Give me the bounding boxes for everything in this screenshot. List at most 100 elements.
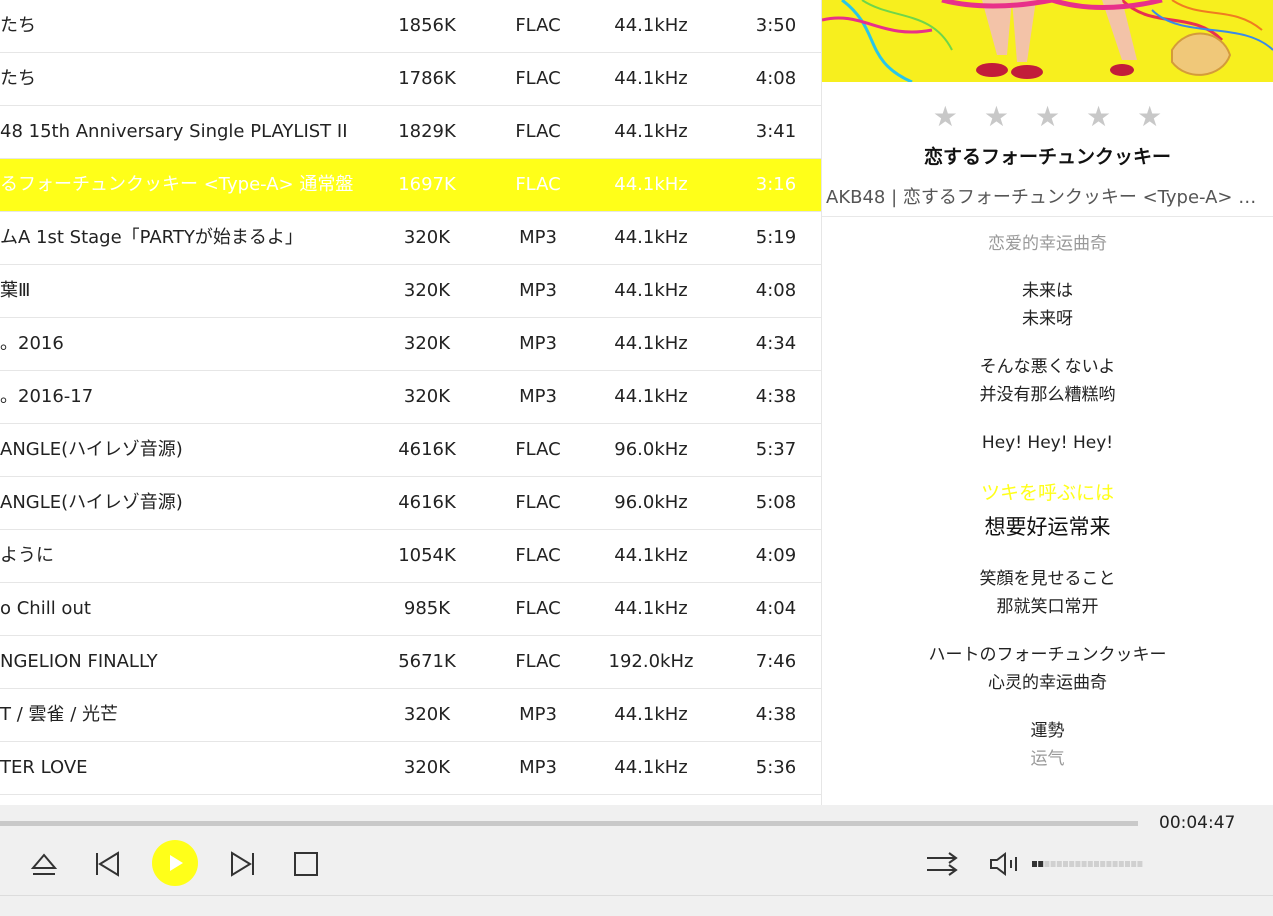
play-icon xyxy=(170,855,183,871)
track-size: 985K xyxy=(403,598,451,619)
track-format: FLAC xyxy=(515,121,561,142)
track-row[interactable]: ANGLE(ハイレゾ音源) 4616K FLAC 96.0kHz 5:08 xyxy=(0,477,821,530)
track-duration: 5:36 xyxy=(755,757,797,778)
track-samplerate: 192.0kHz xyxy=(608,651,694,672)
lyric-line-current: 想要好运常来 xyxy=(984,515,1111,539)
track-title: たち xyxy=(0,15,36,36)
track-duration: 4:34 xyxy=(755,333,797,354)
track-format: FLAC xyxy=(515,439,561,460)
track-row[interactable]: ムA 1st Stage「PARTYが始まるよ」 320K MP3 44.1kHz 5:… xyxy=(0,212,821,265)
lyric-line: Hey! Hey! Hey! xyxy=(981,433,1114,453)
track-format: MP3 xyxy=(519,227,557,248)
rating-stars[interactable]: ★ ★ ★ ★ ★ xyxy=(822,103,1273,131)
track-format: FLAC xyxy=(515,15,561,36)
lyric-line: 未来呀 xyxy=(1022,309,1073,329)
track-size: 1054K xyxy=(398,545,456,566)
track-size: 4616K xyxy=(398,492,456,513)
track-samplerate: 44.1kHz xyxy=(614,333,688,354)
track-row[interactable]: たち 1856K FLAC 44.1kHz 3:50 xyxy=(0,0,821,53)
track-samplerate: 44.1kHz xyxy=(614,757,688,778)
bottom-border xyxy=(0,895,1273,896)
track-duration: 5:37 xyxy=(755,439,797,460)
track-duration: 5:08 xyxy=(755,492,797,513)
track-title: TER LOVE xyxy=(0,757,88,778)
previous-icon[interactable] xyxy=(92,849,122,879)
track-row[interactable]: ANGLE(ハイレゾ音源) 4616K FLAC 96.0kHz 5:37 xyxy=(0,424,821,477)
track-size: 320K xyxy=(403,386,451,407)
track-samplerate: 44.1kHz xyxy=(614,598,688,619)
track-size: 4616K xyxy=(398,439,456,460)
track-duration: 4:38 xyxy=(755,386,797,407)
track-duration: 4:09 xyxy=(755,545,797,566)
volume-slider[interactable] xyxy=(1032,859,1144,869)
track-format: FLAC xyxy=(515,651,561,672)
track-row[interactable]: ように 1054K FLAC 44.1kHz 4:09 xyxy=(0,530,821,583)
elapsed-time: 00:04:47 xyxy=(1159,813,1236,833)
track-format: FLAC xyxy=(515,545,561,566)
track-size: 5671K xyxy=(398,651,456,672)
track-row[interactable]: 48 15th Anniversary Single PLAYLIST II 18… xyxy=(0,106,821,159)
star-icon[interactable]: ★ xyxy=(1035,103,1060,131)
track-row[interactable]: TER LOVE 320K MP3 44.1kHz 5:36 xyxy=(0,742,821,795)
track-samplerate: 44.1kHz xyxy=(614,545,688,566)
track-title: ムA 1st Stage「PARTYが始まるよ」 xyxy=(0,227,303,248)
next-icon[interactable] xyxy=(228,849,258,879)
track-format: FLAC xyxy=(515,174,561,195)
track-title: るフォーチュンクッキー <Type-A> 通常盤 xyxy=(0,174,354,195)
eject-icon[interactable] xyxy=(28,849,60,879)
lyric-line: 運勢 xyxy=(1030,721,1065,741)
track-samplerate: 44.1kHz xyxy=(614,68,688,89)
lyric-line: 那就笑口常开 xyxy=(996,597,1099,617)
track-title: 。2016-17 xyxy=(0,386,94,407)
play-button[interactable] xyxy=(152,840,198,886)
star-icon[interactable]: ★ xyxy=(1086,103,1111,131)
lyric-line: ハートのフォーチュンクッキー xyxy=(928,645,1167,665)
lyric-line: ツキを呼ぶには xyxy=(980,482,1114,504)
track-size: 320K xyxy=(403,757,451,778)
track-samplerate: 44.1kHz xyxy=(614,280,688,301)
lyric-line: 并没有那么糟糕哟 xyxy=(979,385,1116,405)
track-samplerate: 44.1kHz xyxy=(614,121,688,142)
track-size: 1786K xyxy=(398,68,456,89)
track-duration: 7:46 xyxy=(755,651,797,672)
star-icon[interactable]: ★ xyxy=(984,103,1009,131)
track-title: NGELION FINALLY xyxy=(0,651,158,672)
player-bar: 00:04:47 xyxy=(0,805,1273,916)
track-size: 320K xyxy=(403,280,451,301)
album-cover xyxy=(822,0,1273,82)
track-format: FLAC xyxy=(515,68,561,89)
track-row[interactable]: 。2016-17 320K MP3 44.1kHz 4:38 xyxy=(0,371,821,424)
track-title: たち xyxy=(0,68,36,89)
track-format: MP3 xyxy=(519,704,557,725)
song-subtitle: AKB48 | 恋するフォーチュンクッキー <Type-A> 通常盤 xyxy=(826,187,1269,208)
track-title: ANGLE(ハイレゾ音源) xyxy=(0,439,183,460)
track-row[interactable]: o Chill out 985K FLAC 44.1kHz 4:04 xyxy=(0,583,821,636)
track-size: 1697K xyxy=(398,174,456,195)
stop-icon[interactable] xyxy=(291,849,321,879)
lyric-line: そんな悪くないよ xyxy=(979,357,1116,377)
track-title: 葉Ⅲ xyxy=(0,280,31,301)
track-samplerate: 96.0kHz xyxy=(614,492,688,513)
star-icon[interactable]: ★ xyxy=(1137,103,1162,131)
track-row[interactable]: 葉Ⅲ 320K MP3 44.1kHz 4:08 xyxy=(0,265,821,318)
now-playing-panel: ★ ★ ★ ★ ★ 恋するフォーチュンクッキー AKB48 | 恋するフォーチュンクッキ… xyxy=(822,0,1273,805)
lyric-line: 未来は xyxy=(1022,281,1073,301)
track-row[interactable]: 。2016 320K MP3 44.1kHz 4:34 xyxy=(0,318,821,371)
track-row[interactable]: NGELION FINALLY 5671K FLAC 192.0kHz 7:46 xyxy=(0,636,821,689)
track-format: MP3 xyxy=(519,333,557,354)
track-row-playing[interactable]: るフォーチュンクッキー <Type-A> 通常盤 1697K FLAC 44.1kHz… xyxy=(0,159,821,212)
lyric-line: 运气 xyxy=(1030,749,1065,769)
track-title: ように xyxy=(0,545,54,566)
track-format: MP3 xyxy=(519,757,557,778)
track-row[interactable]: たち 1786K FLAC 44.1kHz 4:08 xyxy=(0,53,821,106)
track-row[interactable]: T / 雲雀 / 光芒 320K MP3 44.1kHz 4:38 xyxy=(0,689,821,742)
star-icon[interactable]: ★ xyxy=(933,103,958,131)
track-samplerate: 44.1kHz xyxy=(614,15,688,36)
track-list: たち 1856K FLAC 44.1kHz 3:50 たち 1786K FLAC 44.1kHz… xyxy=(0,0,821,805)
track-duration: 4:08 xyxy=(755,68,797,89)
shuffle-icon[interactable] xyxy=(924,849,960,879)
song-title: 恋するフォーチュンクッキー xyxy=(923,146,1171,168)
panel-separator xyxy=(822,216,1273,217)
progress-bar[interactable] xyxy=(0,821,1138,826)
volume-icon[interactable] xyxy=(988,849,1022,879)
